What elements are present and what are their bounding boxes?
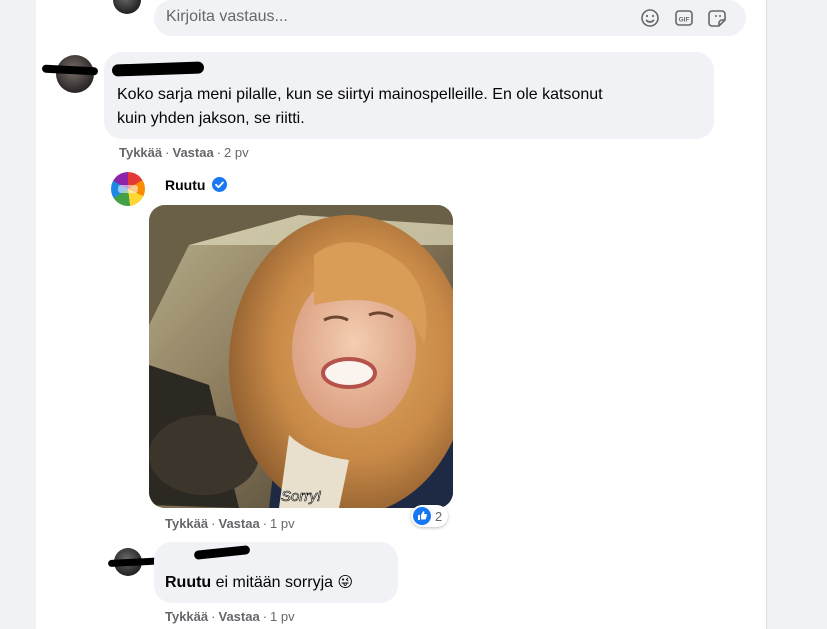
like-button[interactable]: Tykkää — [165, 609, 208, 624]
reply-button[interactable]: Vastaa — [172, 145, 213, 160]
reply-actions: Tykkää · Vastaa · 1 pv — [165, 516, 295, 531]
reply-placeholder: Kirjoita vastaus... — [166, 8, 288, 25]
gif-icon[interactable]: GIF — [673, 7, 695, 29]
like-button[interactable]: Tykkää — [119, 145, 162, 160]
like-icon — [413, 507, 431, 525]
reaction-count: 2 — [435, 508, 443, 524]
reply-input[interactable]: Kirjoita vastaus... GIF — [154, 0, 746, 36]
reaction-summary[interactable]: 2 — [411, 505, 449, 527]
comment-timestamp[interactable]: 2 pv — [224, 145, 249, 160]
verified-badge-icon — [211, 176, 228, 193]
gif-image[interactable]: Sorry! — [149, 205, 453, 508]
comment-text: Koko sarja meni pilalle, kun se siirtyi … — [117, 86, 603, 127]
page-avatar[interactable] — [111, 172, 145, 206]
gif-caption: Sorry! — [281, 488, 322, 505]
comment-actions: Tykkää · Vastaa · 2 pv — [119, 145, 249, 160]
redacted-author-name — [111, 61, 205, 77]
mention-link[interactable]: Ruutu — [165, 574, 211, 591]
comment-text: Ruutu ei mitään sorryja 😜 — [165, 574, 354, 591]
page-name[interactable]: Ruutu — [165, 177, 205, 193]
comment-bubble: Koko sarja meni pilalle, kun se siirtyi … — [104, 52, 714, 139]
svg-text:GIF: GIF — [679, 17, 690, 24]
sticker-icon[interactable] — [707, 7, 729, 29]
redacted-author-name — [193, 545, 251, 560]
like-button[interactable]: Tykkää — [165, 516, 208, 531]
comment-timestamp[interactable]: 1 pv — [270, 609, 295, 624]
reply-button[interactable]: Vastaa — [218, 609, 259, 624]
comment-bubble: Ruutu ei mitään sorryja 😜 — [154, 542, 398, 603]
reply-timestamp[interactable]: 1 pv — [270, 516, 295, 531]
winking-tongue-emoji-icon: 😜 — [337, 574, 354, 591]
panel-divider — [766, 0, 767, 629]
emoji-icon[interactable] — [639, 7, 661, 29]
reply-button[interactable]: Vastaa — [218, 516, 259, 531]
comment-actions: Tykkää · Vastaa · 1 pv — [165, 609, 295, 624]
